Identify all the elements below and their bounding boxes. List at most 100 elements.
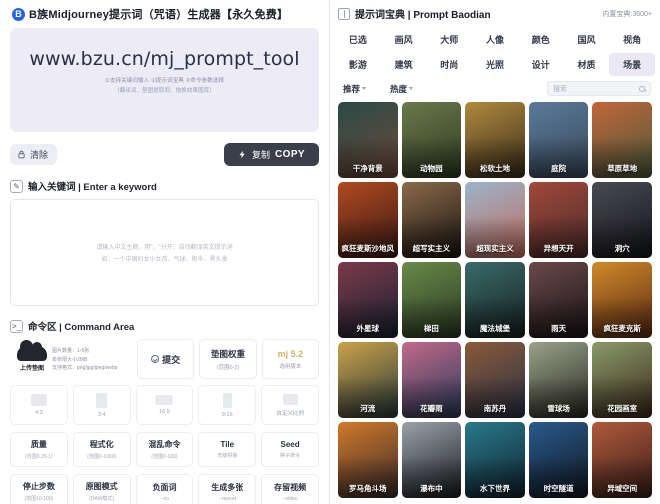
- search-input[interactable]: 搜索: [547, 81, 651, 96]
- sort-recommend[interactable]: 推荐: [343, 83, 367, 95]
- aspect-ratio-label: 16:9: [159, 409, 170, 415]
- category-tab-国风[interactable]: 国风: [564, 28, 610, 51]
- prompt-card[interactable]: 河流: [338, 342, 398, 418]
- prompt-card[interactable]: 魔法城堡: [465, 262, 525, 338]
- prompt-card[interactable]: 异域空间: [592, 422, 652, 498]
- prompt-card[interactable]: 梯田: [401, 262, 462, 338]
- tool-url[interactable]: www.bzu.cn/mj_prompt_tool: [29, 48, 299, 70]
- param-button[interactable]: Seed 种子命令: [261, 432, 319, 467]
- param-title: Seed: [280, 440, 300, 449]
- aspect-ratio-label: 9:16: [221, 411, 233, 418]
- aspect-ratio-button[interactable]: 16:9: [135, 385, 194, 425]
- param-button[interactable]: 负面词 --no: [135, 474, 194, 504]
- prompt-card[interactable]: 外星球: [338, 262, 398, 338]
- upload-reference-image-button[interactable]: 上传垫图 图片数量：1-5张 单张限大小2MB 支持格式：png/jpg/jpe…: [10, 339, 132, 379]
- aspect-ratio-button[interactable]: 3:4: [72, 385, 131, 425]
- prompt-card[interactable]: 草原草地: [592, 102, 652, 178]
- prompt-card[interactable]: 花园画室: [592, 342, 652, 418]
- chevron-down-icon: [409, 87, 414, 90]
- param-sub: (RAW模式): [89, 496, 115, 502]
- prompt-card-label: 梯田: [423, 324, 439, 333]
- category-tab-视角[interactable]: 视角: [609, 28, 655, 51]
- prompt-card[interactable]: 雪球场: [528, 342, 589, 418]
- param-button[interactable]: 混乱命令 (范围0-100): [135, 432, 194, 467]
- category-tab-人像[interactable]: 人像: [472, 28, 518, 51]
- prompt-card[interactable]: 疯狂麦斯沙地风: [338, 182, 398, 258]
- aspect-ratio-button[interactable]: 9:16: [198, 385, 257, 425]
- aspect-ratio-button[interactable]: 4:3: [10, 385, 68, 425]
- param-button[interactable]: 原图模式 (RAW模式): [72, 474, 131, 504]
- command-section-header: >_ 命令区 | Command Area: [10, 319, 319, 333]
- category-tab-时尚[interactable]: 时尚: [426, 53, 472, 76]
- param-button[interactable]: 质量 (范围0.25-1): [10, 432, 68, 467]
- category-tab-画风[interactable]: 画风: [381, 28, 427, 51]
- prompt-card-label: 花园画室: [607, 404, 638, 413]
- category-tab-场景[interactable]: 场景: [609, 53, 656, 76]
- clear-button[interactable]: 清除: [10, 144, 58, 165]
- params-row-1: 质量 (范围0.25-1) 程式化 (范围0-1000) 混乱命令 (范围0-100) Ti…: [10, 432, 319, 467]
- copy-button-label-cn: 复制: [252, 150, 271, 160]
- upload-meta: 图片数量：1-5张 单张限大小2MB 支持格式：png/jpg/jpeg/web…: [52, 347, 118, 371]
- prompt-card[interactable]: 松软土地: [465, 102, 525, 178]
- sort-hot-label: 热度: [390, 83, 408, 94]
- category-tab-大师[interactable]: 大师: [426, 28, 472, 51]
- prompt-card[interactable]: 超写实主义: [401, 182, 462, 258]
- prompt-card-label: 雨天: [551, 324, 567, 333]
- param-title: 负面词: [152, 482, 177, 492]
- search-placeholder: 搜索: [553, 85, 567, 93]
- aspect-ratio-button[interactable]: 自定义比例: [261, 385, 319, 425]
- prompt-card-label: 花瓣雨: [420, 404, 443, 413]
- param-button[interactable]: 停止步数 (范围10-100): [10, 474, 68, 504]
- prompt-card[interactable]: 异想天开: [528, 182, 589, 258]
- sort-recommend-label: 推荐: [343, 83, 361, 94]
- clear-button-label: 清除: [30, 150, 49, 160]
- category-tab-颜色[interactable]: 颜色: [518, 28, 564, 51]
- search-icon: [639, 85, 645, 92]
- prompt-card[interactable]: 罗马角斗场: [338, 422, 398, 498]
- param-button[interactable]: Tile 无缝拼接: [198, 432, 257, 467]
- check-circle-icon: [151, 355, 160, 363]
- prompt-card[interactable]: 动物园: [401, 102, 462, 178]
- prompt-card[interactable]: 洞穴: [592, 182, 652, 258]
- prompt-card-label: 草原草地: [607, 164, 638, 173]
- prompt-card[interactable]: 干净背景: [338, 102, 398, 178]
- category-tab-影游[interactable]: 影游: [335, 53, 381, 76]
- prompt-card-label: 魔法城堡: [479, 324, 510, 333]
- sort-hot[interactable]: 热度: [390, 83, 414, 95]
- param-button[interactable]: 生成多张 --repeat: [198, 474, 257, 504]
- category-tab-光照[interactable]: 光照: [472, 53, 518, 76]
- param-title: 停止步数: [22, 482, 55, 491]
- prompt-card[interactable]: 水下世界: [465, 422, 525, 498]
- prompt-card[interactable]: 疯狂麦克斯: [592, 262, 652, 338]
- category-tab-设计[interactable]: 设计: [518, 53, 564, 76]
- param-button[interactable]: 程式化 (范围0-1000): [72, 432, 131, 467]
- reference-weight-button[interactable]: 垫图权重 (范围0-2): [199, 339, 257, 379]
- lightning-icon: [239, 150, 245, 159]
- prompt-card[interactable]: 雨天: [528, 262, 589, 338]
- prompt-card[interactable]: 南苏丹: [465, 342, 525, 418]
- prompt-card-label: 水下世界: [479, 484, 510, 493]
- param-title: 程式化: [89, 440, 114, 449]
- prompt-card-label: 洞穴: [614, 244, 630, 253]
- prompt-card[interactable]: 花瓣雨: [401, 342, 462, 418]
- category-tab-已选[interactable]: 已选: [335, 28, 381, 51]
- category-tab-材质[interactable]: 材质: [564, 53, 610, 76]
- prompt-card[interactable]: 时空隧道: [528, 422, 589, 498]
- prompt-card[interactable]: 超现实主义: [465, 182, 525, 258]
- url-subtitle-line-2: （翻译词、垫图提取同、拖换效果图库）: [114, 88, 215, 94]
- param-sub: (范围0-1000): [87, 454, 117, 460]
- param-sub: 无缝拼接: [217, 453, 238, 459]
- prompt-card[interactable]: 瀑布中: [401, 422, 462, 498]
- keyword-input[interactable]: 请输入中文主题，用"，"分开，自动翻译英文提示词 如：一个中国妇女小女孩、气球、…: [10, 199, 319, 306]
- copy-button[interactable]: 复制 COPY: [224, 143, 319, 166]
- aspect-ratio-row: 4:3 3:4 16:9 9:16 自定义比例: [10, 385, 319, 425]
- prompt-card[interactable]: 庭院: [528, 102, 589, 178]
- prompt-card-label: 瀑布中: [420, 484, 443, 493]
- upload-meta-0: 图片数量：1-5张: [52, 348, 90, 354]
- submit-button[interactable]: 提交: [137, 339, 195, 379]
- terminal-icon: >_: [10, 319, 23, 333]
- version-selector[interactable]: mj 5.2 选用版本: [261, 339, 319, 379]
- category-tab-建筑[interactable]: 建筑: [381, 53, 427, 76]
- param-sub: --no: [160, 495, 169, 502]
- param-button[interactable]: 存留视频 --video: [261, 474, 319, 504]
